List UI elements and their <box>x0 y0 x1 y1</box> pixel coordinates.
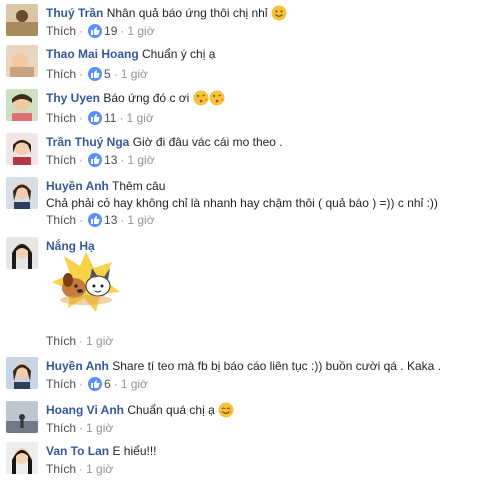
comment-text: Báo ứng đó c ơi <box>103 91 190 105</box>
kiss-emoji-icon <box>193 90 209 110</box>
like-link[interactable]: Thích <box>46 334 76 348</box>
comment-author[interactable]: Huyền Anh <box>46 359 109 373</box>
avatar[interactable] <box>6 442 38 474</box>
comment-text: Share tí teo mà fb bị báo cáo liên tục :… <box>112 359 441 373</box>
like-count[interactable]: 5 <box>104 67 111 81</box>
comment-author[interactable]: Thuý Trần <box>46 6 103 20</box>
comment-meta: Thích · 1 giờ <box>46 334 114 348</box>
comment-meta: Thích · 13 · 1 giờ <box>46 213 155 227</box>
comment-time[interactable]: 1 giờ <box>127 24 154 38</box>
thumbs-up-icon <box>88 213 103 227</box>
comment-line: Thy Uyen Báo ứng đó c ơi <box>46 90 225 110</box>
comment-author[interactable]: Thy Uyen <box>46 91 100 105</box>
avatar[interactable] <box>6 177 38 209</box>
comment-line: Trần Thuý Nga Giờ đi đâu vác cái mo theo… <box>46 134 283 150</box>
avatar[interactable] <box>6 357 38 389</box>
comment-meta: Thích · 11 · 1 giờ <box>46 111 154 125</box>
comment-time[interactable]: 1 giờ <box>121 377 148 391</box>
comment-line: Huyền Anh Thêm câu <box>46 178 165 194</box>
comment-time[interactable]: 1 giờ <box>126 111 153 125</box>
comment-text: E hiểu!!! <box>112 444 157 458</box>
comment-meta: Thích · 1 giờ <box>46 421 114 435</box>
thumbs-up-icon <box>88 111 103 125</box>
comment-author[interactable]: Trần Thuý Nga <box>46 135 129 149</box>
avatar[interactable] <box>6 237 38 269</box>
avatar[interactable] <box>6 4 38 36</box>
like-link[interactable]: Thích <box>46 462 76 476</box>
thumbs-up-icon <box>88 24 103 38</box>
comment-text: Chuẩn quá chị ạ <box>127 403 215 417</box>
comment-line: Chả phải cỏ hay không chỉ là nhanh hay c… <box>46 195 438 211</box>
smile-icon <box>218 402 234 422</box>
comment-text: Chả phải cỏ hay không chỉ là nhanh hay c… <box>46 196 438 210</box>
like-count[interactable]: 19 <box>104 24 117 38</box>
kiss-emoji-icon <box>209 90 225 110</box>
comment-text: Thêm câu <box>112 179 166 193</box>
comment-author[interactable]: Hoang Vi Anh <box>46 403 124 417</box>
like-count[interactable]: 6 <box>104 377 111 391</box>
comment-text: Nhân quả báo ứng thôi chị nhỉ <box>106 6 268 20</box>
comment-meta: Thích · 13 · 1 giờ <box>46 153 155 167</box>
comment-meta: Thích · 19 · 1 giờ <box>46 24 155 38</box>
like-count[interactable]: 11 <box>104 111 116 125</box>
comment-line: Thao Mai Hoang Chuẩn ý chị ạ <box>46 46 215 62</box>
comment-meta: Thích · 1 giờ <box>46 462 114 476</box>
like-link[interactable]: Thích <box>46 153 76 167</box>
thumbs-up-icon <box>88 153 103 167</box>
comment-line: Thuý Trần Nhân quả báo ứng thôi chị nhỉ <box>46 5 287 25</box>
like-link[interactable]: Thích <box>46 421 76 435</box>
like-link[interactable]: Thích <box>46 67 76 81</box>
comment-time[interactable]: 1 giờ <box>127 153 154 167</box>
like-link[interactable]: Thích <box>46 111 76 125</box>
comment-author[interactable]: Thao Mai Hoang <box>46 47 139 61</box>
comment-text: Giờ đi đâu vác cái mo theo . <box>132 135 283 149</box>
smile-icon <box>271 5 287 25</box>
like-link[interactable]: Thích <box>46 213 76 227</box>
like-count[interactable]: 13 <box>104 213 117 227</box>
comment-time[interactable]: 1 giờ <box>86 421 113 435</box>
like-count[interactable]: 13 <box>104 153 117 167</box>
comment-meta: Thích · 6 · 1 giờ <box>46 377 148 391</box>
dog-cat-sticker[interactable] <box>46 250 126 317</box>
like-link[interactable]: Thích <box>46 377 76 391</box>
comment-author[interactable]: Huyền Anh <box>46 179 109 193</box>
avatar[interactable] <box>6 89 38 121</box>
avatar[interactable] <box>6 45 38 77</box>
thumbs-up-icon <box>88 377 103 391</box>
comment-time[interactable]: 1 giờ <box>121 67 148 81</box>
comment-author[interactable]: Van To Lan <box>46 444 109 458</box>
comment-meta: Thích · 5 · 1 giờ <box>46 67 148 81</box>
comment-line: Van To Lan E hiểu!!! <box>46 443 157 459</box>
comment-time[interactable]: 1 giờ <box>127 213 154 227</box>
comment-time[interactable]: 1 giờ <box>86 334 113 348</box>
like-link[interactable]: Thích <box>46 24 76 38</box>
thumbs-up-icon <box>88 67 103 81</box>
comment-line: Hoang Vi Anh Chuẩn quá chị ạ <box>46 402 234 422</box>
avatar[interactable] <box>6 401 38 433</box>
comment-time[interactable]: 1 giờ <box>86 462 113 476</box>
comment-line: Huyền Anh Share tí teo mà fb bị báo cáo … <box>46 358 441 374</box>
comment-text: Chuẩn ý chị ạ <box>142 47 216 61</box>
avatar[interactable] <box>6 133 38 165</box>
